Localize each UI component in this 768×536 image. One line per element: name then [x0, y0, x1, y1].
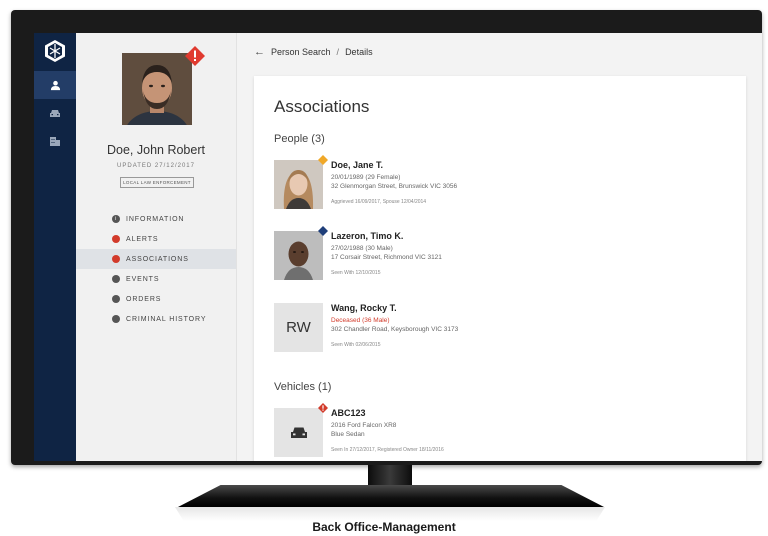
breadcrumb-current: Details — [345, 47, 373, 57]
person-relation: Aggrieved 16/09/2017, Spouse 12/04/2014 — [331, 199, 427, 205]
person-entry[interactable]: Doe, Jane T. 20/01/1989 (29 Female) 32 G… — [274, 155, 714, 212]
profile-nav: i INFORMATION ALERTS ASSOCIATIONS EVENTS — [76, 209, 236, 329]
nav-orders[interactable]: ORDERS — [76, 289, 236, 309]
vehicles-heading: Vehicles (1) — [274, 381, 332, 393]
person-photo — [274, 231, 323, 280]
monitor-stand-base — [178, 485, 604, 507]
person-initials-avatar: RW — [274, 303, 323, 352]
warning-diamond-icon — [318, 155, 328, 165]
rail-vehicle-button[interactable] — [34, 99, 76, 127]
vehicle-model: 2016 Ford Falcon XR8 — [331, 422, 397, 429]
person-entry[interactable]: RW Wang, Rocky T. Deceased (36 Male) 302… — [274, 303, 714, 355]
brand-logo-icon[interactable] — [43, 39, 67, 63]
person-name: Doe, Jane T. — [331, 160, 384, 170]
person-relation: Seen With 12/10/2015 — [331, 270, 381, 276]
car-icon — [290, 427, 307, 438]
profile-photo — [122, 53, 192, 125]
building-icon — [50, 137, 60, 146]
vehicle-entry[interactable]: ABC123 2016 Ford Falcon XR8 Blue Sedan S… — [274, 403, 714, 460]
breadcrumb-parent-link[interactable]: Person Search — [271, 47, 331, 57]
person-relation: Seen With 02/06/2015 — [331, 342, 381, 348]
person-status: Deceased (36 Male) — [331, 317, 390, 324]
app-screen: Doe, John Robert UPDATED 27/12/2017 LOCA… — [34, 33, 762, 461]
person-name: Doe, John Robert — [107, 143, 205, 157]
monitor-frame: Doe, John Robert UPDATED 27/12/2017 LOCA… — [11, 10, 762, 465]
vehicle-plate: ABC123 — [331, 408, 366, 418]
person-dob: 20/01/1989 (29 Female) — [331, 174, 401, 181]
breadcrumb: ← Person Search / Details — [254, 46, 373, 58]
caption: Back Office-Management — [312, 520, 456, 534]
person-name: Lazeron, Timo K. — [331, 231, 404, 241]
vehicle-description: Blue Sedan — [331, 431, 365, 438]
nav-information[interactable]: i INFORMATION — [76, 209, 236, 229]
info-diamond-icon — [318, 226, 328, 236]
people-heading: People (3) — [274, 133, 325, 145]
person-icon — [50, 80, 60, 90]
left-rail — [34, 33, 76, 461]
profile-panel: Doe, John Robert UPDATED 27/12/2017 LOCA… — [76, 33, 237, 461]
info-dot-icon: i — [112, 215, 120, 223]
nav-criminal-history[interactable]: CRIMINAL HISTORY — [76, 309, 236, 329]
nav-associations[interactable]: ASSOCIATIONS — [76, 249, 236, 269]
vehicle-relation: Seen In 27/12/2017, Registered Owner 18/… — [331, 447, 444, 453]
car-icon — [50, 109, 60, 117]
person-name: Wang, Rocky T. — [331, 303, 397, 313]
vehicle-avatar — [274, 408, 323, 457]
person-entry[interactable]: Lazeron, Timo K. 27/02/1988 (30 Male) 17… — [274, 226, 714, 283]
jurisdiction-tag: LOCAL LAW ENFORCEMENT — [120, 177, 194, 188]
history-dot-icon — [112, 315, 120, 323]
person-address: 17 Corsair Street, Richmond VIC 3121 — [331, 254, 442, 261]
person-dob: 27/02/1988 (30 Male) — [331, 245, 393, 252]
rail-building-button[interactable] — [34, 127, 76, 155]
events-dot-icon — [112, 275, 120, 283]
alert-diamond-icon[interactable] — [185, 46, 205, 66]
alert-diamond-icon — [318, 403, 328, 413]
nav-events[interactable]: EVENTS — [76, 269, 236, 289]
rail-person-button[interactable] — [34, 71, 76, 99]
alert-dot-icon — [112, 255, 120, 263]
arrow-left-icon[interactable]: ← — [254, 46, 265, 58]
person-address: 32 Glenmorgan Street, Brunswick VIC 3056 — [331, 183, 458, 190]
person-address: 302 Chandler Road, Keysborough VIC 3173 — [331, 326, 459, 333]
page-title: Associations — [274, 97, 370, 116]
nav-alerts[interactable]: ALERTS — [76, 229, 236, 249]
alert-dot-icon — [112, 235, 120, 243]
stand-reflection — [175, 507, 605, 521]
orders-dot-icon — [112, 295, 120, 303]
updated-date: UPDATED 27/12/2017 — [117, 163, 195, 169]
associations-card: Associations People (3) Doe, Jane T. 20/… — [254, 76, 746, 461]
person-photo — [274, 160, 323, 209]
breadcrumb-separator: / — [336, 47, 340, 57]
